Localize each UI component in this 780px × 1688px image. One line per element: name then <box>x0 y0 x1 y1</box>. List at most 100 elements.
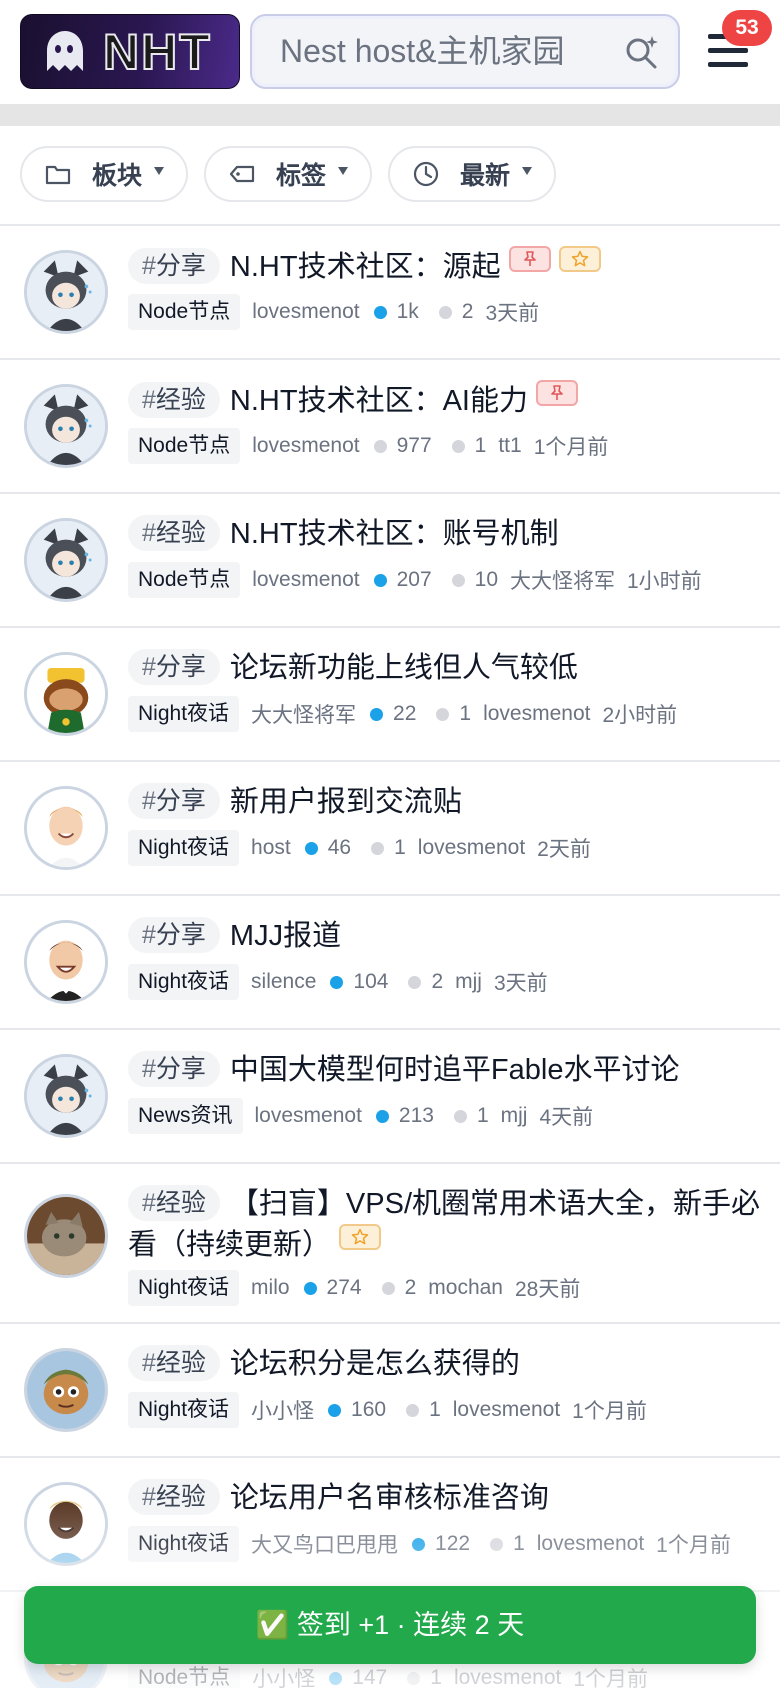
avatar[interactable] <box>24 1054 108 1138</box>
avatar[interactable] <box>24 384 108 468</box>
post-list-item[interactable]: #经验 论坛用户名审核标准咨询 Night夜话 大又鸟口巴甩甩 122 1 lov… <box>0 1458 780 1592</box>
post-list-item[interactable]: #分享 N.HT技术社区：源起 Node节点 lovesmenot 1k 2 3天… <box>0 226 780 360</box>
author-name[interactable]: lovesmenot <box>252 300 359 324</box>
ghost-logo-icon <box>39 27 89 77</box>
post-meta: Node节点 lovesmenot 207 10 大大怪将军 1小时前 <box>128 562 770 598</box>
search-input[interactable]: Nest host&主机家园 <box>250 14 680 89</box>
post-meta: Night夜话 小小怪 160 1 lovesmenot 1个月前 <box>128 1392 770 1428</box>
avatar[interactable] <box>24 1348 108 1432</box>
author-name[interactable]: 小小怪 <box>251 1395 314 1425</box>
last-reply-user[interactable]: mjj <box>501 1104 528 1128</box>
avatar[interactable] <box>24 920 108 1004</box>
post-list-item[interactable]: #分享 新用户报到交流贴 Night夜话 host 46 1 lovesmenot… <box>0 762 780 896</box>
post-list-item[interactable]: #经验 论坛积分是怎么获得的 Night夜话 小小怪 160 1 lovesmen… <box>0 1324 780 1458</box>
views-dot-icon <box>304 841 318 855</box>
node-tag[interactable]: Night夜话 <box>128 1392 240 1428</box>
reply-count: 10 <box>474 568 498 591</box>
node-tag[interactable]: News资讯 <box>128 1098 243 1134</box>
node-tag[interactable]: Night夜话 <box>128 696 240 732</box>
node-tag[interactable]: Night夜话 <box>128 1526 240 1562</box>
checkin-button[interactable]: ✅ 签到 +1 · 连续 2 天 <box>24 1586 756 1664</box>
last-reply-user[interactable]: lovesmenot <box>418 836 525 860</box>
post-title[interactable]: N.HT技术社区：账号机制 <box>230 518 559 550</box>
last-reply-user[interactable]: lovesmenot <box>454 1666 561 1688</box>
last-reply-user[interactable]: tt1 <box>498 434 521 458</box>
hash-symbol: # <box>142 1349 156 1377</box>
last-reply-user[interactable]: mjj <box>455 970 482 994</box>
category-tag[interactable]: #分享 <box>128 649 220 685</box>
post-list-item[interactable]: #分享 论坛新功能上线但人气较低 Night夜话 大大怪将军 22 1 loves… <box>0 628 780 762</box>
notification-badge[interactable]: 53 <box>722 10 772 46</box>
author-name[interactable]: silence <box>251 970 316 994</box>
author-name[interactable]: 小小怪 <box>252 1663 315 1688</box>
post-title-line1[interactable]: 【扫盲】VPS/机圈常用术语大全，新手必 <box>230 1188 760 1220</box>
post-list-item[interactable]: #分享 中国大模型何时追平Fable水平讨论 News资讯 lovesmenot … <box>0 1030 780 1164</box>
ai-search-icon[interactable] <box>624 34 660 70</box>
category-tag[interactable]: #经验 <box>128 382 220 418</box>
view-count: 274 <box>326 1276 362 1299</box>
last-reply-user[interactable]: lovesmenot <box>537 1532 644 1556</box>
view-count: 46 <box>327 836 352 859</box>
last-reply-user[interactable]: lovesmenot <box>483 702 590 726</box>
category-tag[interactable]: #经验 <box>128 515 220 551</box>
caret-down-icon <box>154 167 164 175</box>
category-label: 经验 <box>155 1349 206 1377</box>
category-tag[interactable]: #分享 <box>128 917 220 953</box>
avatar[interactable] <box>24 250 108 334</box>
author-name[interactable]: host <box>251 836 291 860</box>
last-reply-user[interactable]: 大大怪将军 <box>510 565 615 595</box>
node-tag[interactable]: Node节点 <box>128 1660 241 1688</box>
author-name[interactable]: lovesmenot <box>252 434 359 458</box>
post-title[interactable]: MJJ报道 <box>230 920 341 952</box>
category-tag[interactable]: #分享 <box>128 248 220 284</box>
avatar[interactable] <box>24 518 108 602</box>
node-tag[interactable]: Night夜话 <box>128 1270 240 1306</box>
filter-tag[interactable]: 标签 <box>204 146 372 202</box>
filter-sort[interactable]: 最新 <box>388 146 556 202</box>
post-list-item[interactable]: #经验 【扫盲】VPS/机圈常用术语大全，新手必看（持续更新） Night夜话 m… <box>0 1164 780 1324</box>
category-tag[interactable]: #经验 <box>128 1185 220 1221</box>
post-title[interactable]: N.HT技术社区：AI能力 <box>230 385 528 417</box>
last-reply-user[interactable]: mochan <box>428 1276 503 1300</box>
post-title[interactable]: 论坛新功能上线但人气较低 <box>230 652 578 684</box>
post-title[interactable]: N.HT技术社区：源起 <box>230 251 501 283</box>
site-logo[interactable]: NHT <box>20 14 240 89</box>
view-count: 207 <box>396 568 432 591</box>
post-title[interactable]: 中国大模型何时追平Fable水平讨论 <box>230 1054 680 1086</box>
category-tag[interactable]: #经验 <box>128 1479 220 1515</box>
avatar[interactable] <box>24 652 108 736</box>
reply-count: 1 <box>459 702 472 725</box>
post-time: 1个月前 <box>572 1400 647 1423</box>
author-name[interactable]: 大大怪将军 <box>251 699 356 729</box>
replies-dot-icon <box>490 1537 504 1551</box>
category-tag[interactable]: #分享 <box>128 783 220 819</box>
reply-count: 1 <box>476 1104 489 1127</box>
post-meta: Night夜话 大又鸟口巴甩甩 122 1 lovesmenot 1个月前 <box>128 1526 770 1562</box>
post-meta: Night夜话 milo 274 2 mochan 28天前 <box>128 1270 770 1306</box>
post-title-row: #经验 论坛用户名审核标准咨询 <box>128 1478 760 1518</box>
avatar[interactable] <box>24 1194 108 1278</box>
node-tag[interactable]: Node节点 <box>128 562 241 598</box>
node-tag[interactable]: Node节点 <box>128 428 241 464</box>
author-name[interactable]: 大又鸟口巴甩甩 <box>251 1529 398 1559</box>
category-tag[interactable]: #分享 <box>128 1051 220 1087</box>
post-title-line2[interactable]: 看（持续更新） <box>128 1229 331 1261</box>
avatar[interactable] <box>24 786 108 870</box>
node-tag[interactable]: Night夜话 <box>128 964 240 1000</box>
post-title[interactable]: 论坛用户名审核标准咨询 <box>230 1482 549 1514</box>
avatar[interactable] <box>24 1482 108 1566</box>
post-list-item[interactable]: #经验 N.HT技术社区：账号机制 Node节点 lovesmenot 207 1… <box>0 494 780 628</box>
last-reply-user[interactable]: lovesmenot <box>453 1398 560 1422</box>
category-tag[interactable]: #经验 <box>128 1345 220 1381</box>
post-list-item[interactable]: #经验 N.HT技术社区：AI能力 Node节点 lovesmenot 977 1… <box>0 360 780 494</box>
author-name[interactable]: lovesmenot <box>255 1104 362 1128</box>
node-tag[interactable]: Night夜话 <box>128 830 240 866</box>
post-list-item[interactable]: #分享 MJJ报道 Night夜话 silence 104 2 mjj 3天前 <box>0 896 780 1030</box>
author-name[interactable]: lovesmenot <box>252 568 359 592</box>
post-title[interactable]: 论坛积分是怎么获得的 <box>230 1348 520 1380</box>
node-tag[interactable]: Node节点 <box>128 294 241 330</box>
views-dot-icon <box>375 1109 389 1123</box>
filter-board[interactable]: 板块 <box>20 146 188 202</box>
post-title[interactable]: 新用户报到交流贴 <box>230 786 462 818</box>
author-name[interactable]: milo <box>251 1276 290 1300</box>
